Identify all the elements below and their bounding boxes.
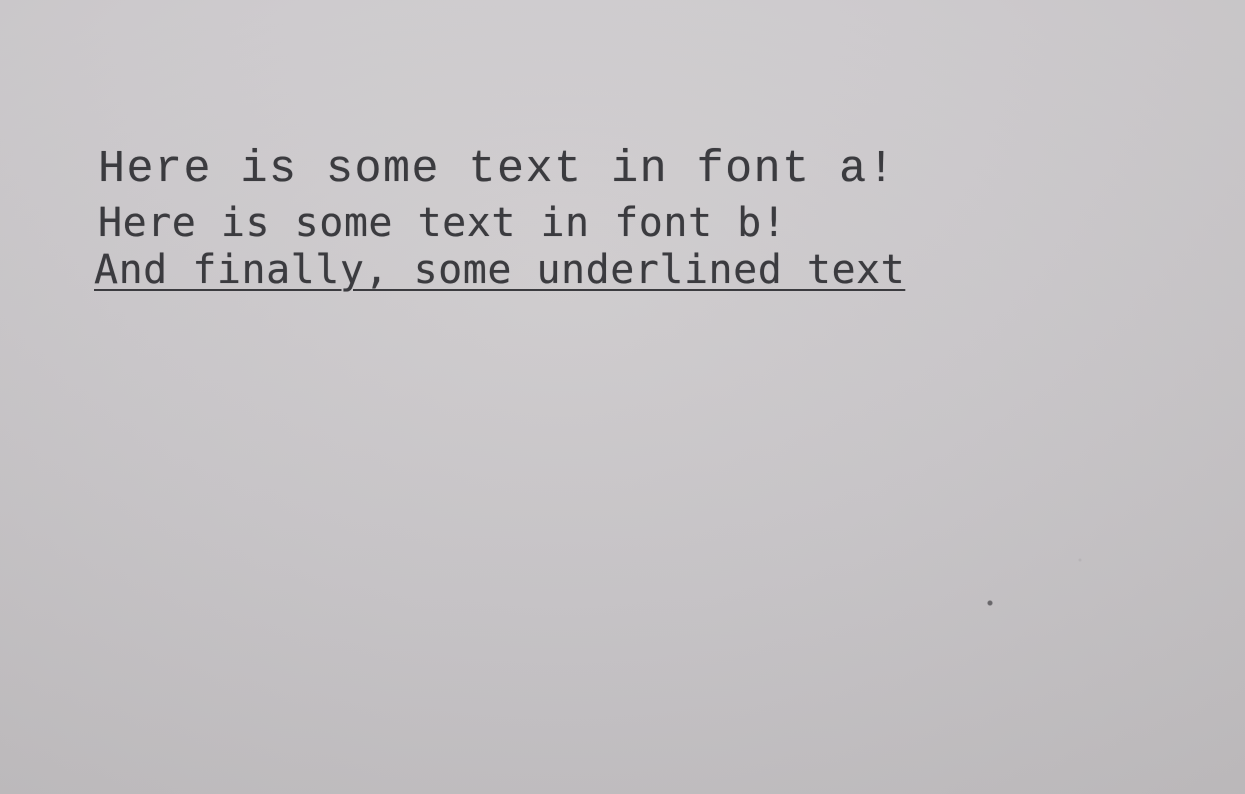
- underlined-text-line: And finally, some underlined text: [94, 247, 906, 293]
- font-a-text-line: Here is some text in font a!: [98, 144, 897, 195]
- printed-paper-sheet: Here is some text in font a! Here is som…: [0, 0, 1245, 794]
- font-b-text-line: Here is some text in font b!: [98, 200, 787, 246]
